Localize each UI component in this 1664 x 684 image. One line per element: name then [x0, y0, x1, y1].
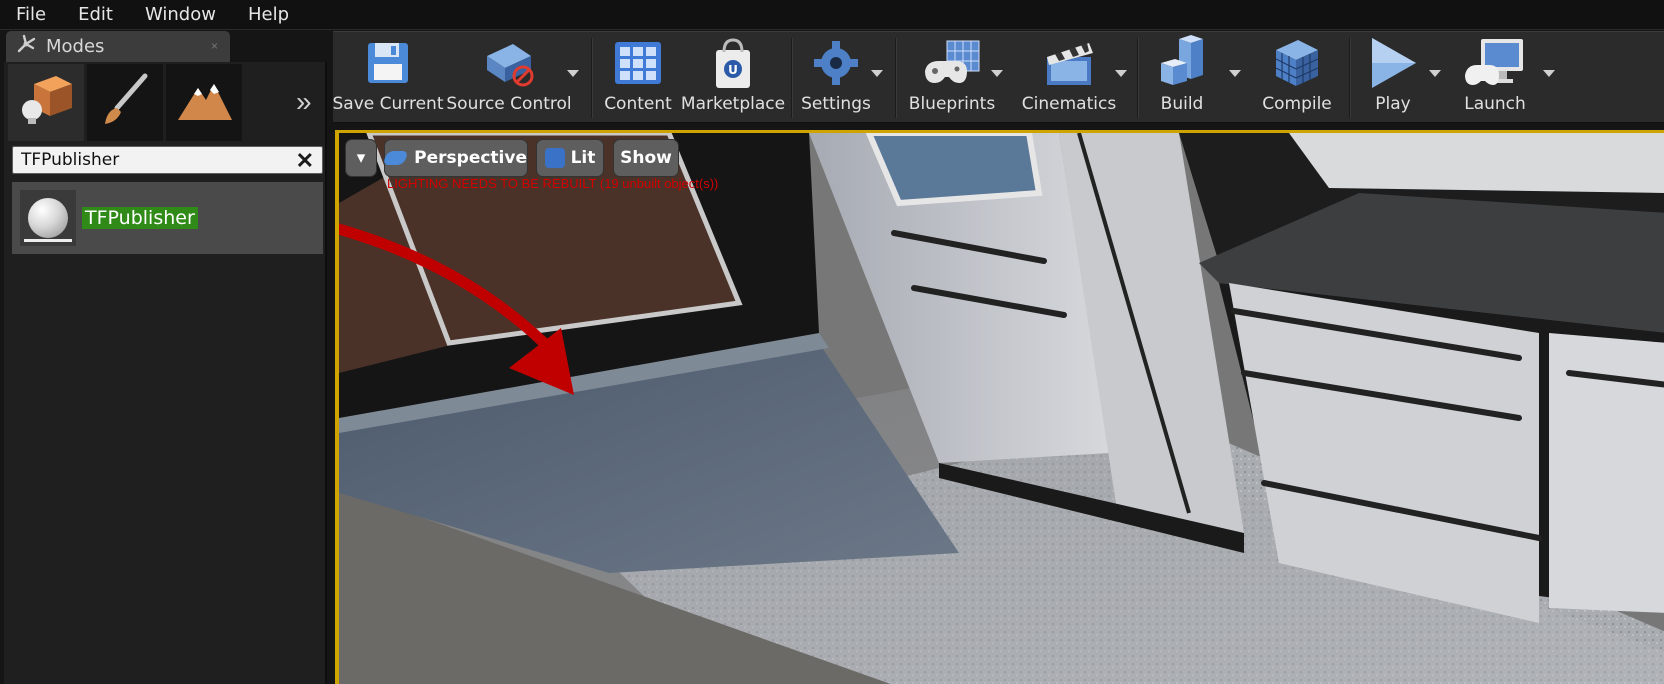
blueprint-gamepad-icon: [921, 32, 983, 94]
perspective-icon: [382, 151, 409, 165]
brush-icon: [95, 70, 155, 135]
toolbar-separator: [791, 38, 793, 118]
perspective-button[interactable]: Perspective: [382, 140, 527, 176]
play-button[interactable]: Play: [1353, 32, 1433, 124]
menu-window[interactable]: Window: [145, 4, 216, 25]
search-field[interactable]: ✕: [12, 146, 323, 174]
svg-text:U: U: [728, 63, 738, 77]
content-label: Content: [604, 94, 672, 114]
close-icon[interactable]: ×: [211, 39, 218, 53]
gear-icon: [812, 32, 860, 94]
clear-icon[interactable]: ✕: [296, 148, 314, 174]
compile-label: Compile: [1262, 94, 1332, 114]
source-control-button[interactable]: Source Control: [445, 32, 573, 124]
content-grid-icon: [613, 32, 663, 94]
save-current-label: Save Current: [332, 94, 444, 114]
modes-icon: [16, 33, 38, 60]
perspective-label: Perspective: [414, 148, 527, 168]
source-control-dropdown-icon[interactable]: [567, 70, 579, 77]
settings-button[interactable]: Settings: [795, 32, 877, 124]
play-icon: [1368, 32, 1418, 94]
show-button[interactable]: Show: [614, 140, 678, 176]
cinematics-button[interactable]: Cinematics: [1013, 32, 1125, 124]
modes-tab[interactable]: Modes ×: [6, 31, 230, 62]
viewport-options-button[interactable]: ▾: [346, 140, 376, 176]
mode-buttons: [8, 64, 245, 141]
build-dropdown-icon[interactable]: [1229, 70, 1241, 77]
marketplace-label: Marketplace: [680, 94, 786, 114]
lit-cube-icon: [544, 148, 565, 168]
menu-edit[interactable]: Edit: [78, 4, 113, 25]
toolbar-separator: [1137, 38, 1139, 118]
sphere-thumbnail-icon: [20, 190, 76, 246]
launch-button[interactable]: Launch: [1447, 32, 1543, 124]
play-dropdown-icon[interactable]: [1429, 70, 1441, 77]
build-label: Build: [1160, 94, 1204, 114]
modes-tab-label: Modes: [46, 36, 105, 57]
level-viewport[interactable]: [335, 130, 1664, 684]
settings-dropdown-icon[interactable]: [871, 70, 883, 77]
paint-mode-button[interactable]: [87, 64, 163, 141]
marketplace-button[interactable]: U Marketplace: [680, 32, 786, 124]
save-current-button[interactable]: Save Current: [332, 32, 444, 124]
landscape-icon: [174, 70, 234, 135]
blueprints-button[interactable]: Blueprints: [899, 32, 1005, 124]
expand-chevron-icon[interactable]: »: [296, 86, 312, 118]
toolbar-separator: [591, 38, 593, 118]
compile-button[interactable]: Compile: [1249, 32, 1345, 124]
main-toolbar: Save Current Source Control Content U Ma…: [333, 31, 1664, 123]
clapperboard-icon: [1041, 32, 1097, 94]
build-blocks-icon: [1157, 32, 1207, 94]
build-button[interactable]: Build: [1141, 32, 1223, 124]
launch-dropdown-icon[interactable]: [1543, 70, 1555, 77]
viewport-scene: [339, 133, 1664, 684]
floppy-disk-icon: [365, 32, 411, 94]
settings-label: Settings: [801, 94, 871, 114]
source-control-icon: [479, 32, 539, 94]
chevron-down-icon: ▾: [356, 148, 366, 168]
menu-help[interactable]: Help: [248, 4, 289, 25]
blueprints-label: Blueprints: [908, 94, 996, 114]
place-mode-button[interactable]: [8, 64, 84, 141]
show-label: Show: [620, 148, 672, 168]
search-result-item[interactable]: TFPublisher: [12, 182, 323, 254]
toolbar-separator: [895, 38, 897, 118]
source-control-label: Source Control: [446, 94, 572, 114]
blueprints-dropdown-icon[interactable]: [991, 70, 1003, 77]
search-input[interactable]: [21, 150, 291, 170]
launch-label: Launch: [1464, 94, 1526, 114]
lit-button[interactable]: Lit: [537, 140, 603, 176]
compile-cubes-icon: [1270, 32, 1324, 94]
place-mode-icon: [16, 70, 76, 135]
landscape-mode-button[interactable]: [166, 64, 242, 141]
menu-bar: File Edit Window Help: [0, 0, 1664, 30]
search-result-label: TFPublisher: [82, 207, 198, 229]
toolbar-separator: [1349, 38, 1351, 118]
cinematics-label: Cinematics: [1021, 94, 1117, 114]
play-label: Play: [1375, 94, 1411, 114]
modes-panel: » ✕ TFPublisher: [4, 62, 327, 684]
content-button[interactable]: Content: [595, 32, 681, 124]
lighting-warning: LIGHTING NEEDS TO BE REBUILT (19 unbuilt…: [387, 176, 719, 191]
cinematics-dropdown-icon[interactable]: [1115, 70, 1127, 77]
lit-label: Lit: [570, 148, 596, 168]
marketplace-bag-icon: U: [710, 32, 756, 94]
launch-monitor-icon: [1463, 32, 1527, 94]
menu-file[interactable]: File: [16, 4, 46, 25]
